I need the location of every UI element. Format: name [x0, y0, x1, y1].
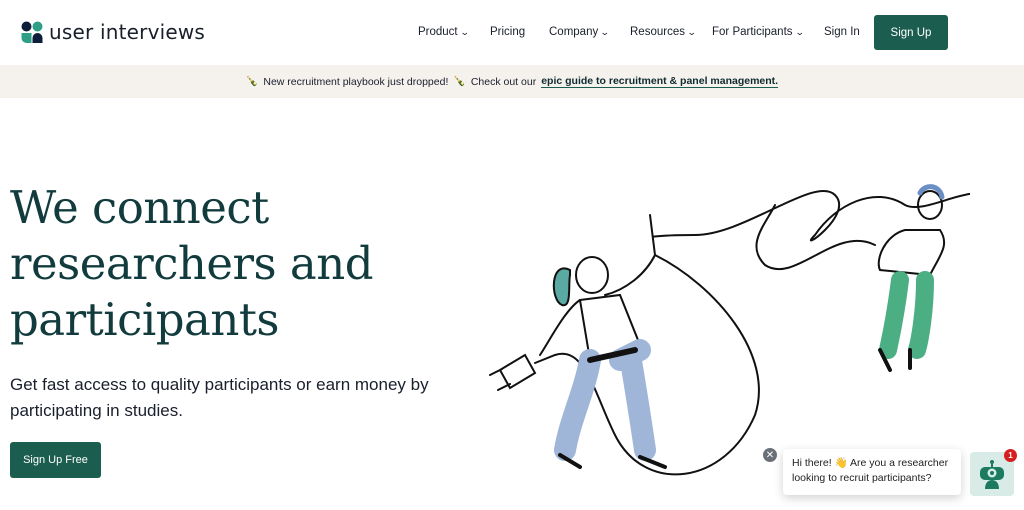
chevron-down-icon: ⌄: [794, 26, 805, 37]
sign-up-button[interactable]: Sign Up: [874, 15, 948, 50]
woman-head: [575, 256, 609, 294]
nav-resources[interactable]: Resources ⌄: [630, 26, 697, 38]
chevron-down-icon: ⌄: [600, 26, 610, 37]
chat-bubble[interactable]: Hi there! 👋 Are you a researcher looking…: [783, 449, 961, 495]
announcement-banner: 🍾 New recruitment playbook just dropped!…: [0, 65, 1024, 98]
nav-label: For Participants: [712, 26, 793, 38]
hero-illustration: [489, 184, 970, 476]
notification-badge: 1: [1004, 449, 1017, 462]
chat-close-button[interactable]: ✕: [763, 448, 777, 462]
robot-icon: [980, 460, 1004, 489]
nav-label: Company: [549, 26, 599, 38]
logo-text: user interviews: [49, 20, 206, 44]
nav-label: Pricing: [490, 26, 526, 38]
nav-pricing[interactable]: Pricing: [490, 26, 525, 38]
sign-in-label: Sign In: [824, 26, 860, 38]
man-legs: [879, 271, 934, 359]
chevron-down-icon: ⌄: [459, 26, 470, 37]
woman-hair: [552, 267, 571, 307]
banner-text: Check out our: [470, 75, 537, 88]
hero-title: We connect researchers and participants: [10, 181, 374, 346]
sign-up-free-button[interactable]: Sign Up Free: [10, 442, 101, 478]
man-body: [877, 229, 946, 277]
nav-company[interactable]: Company ⌄: [549, 26, 610, 38]
nav-label: Product: [418, 26, 458, 38]
nav-product[interactable]: Product ⌄: [418, 26, 470, 38]
bottle-icon: 🍾: [245, 76, 259, 87]
bottle-icon: 🍾: [453, 76, 466, 87]
sign-in-link[interactable]: Sign In: [824, 26, 860, 38]
banner-text: New recruitment playbook just dropped!: [263, 75, 449, 88]
nav-for-participants[interactable]: For Participants ⌄: [712, 26, 805, 38]
hero-subtitle: Get fast access to quality participants …: [10, 375, 429, 420]
banner-link[interactable]: epic guide to recruitment & panel manage…: [541, 75, 779, 88]
logo[interactable]: user interviews: [21, 20, 205, 44]
woman-legs: [554, 339, 656, 461]
chevron-down-icon: ⌄: [686, 26, 697, 37]
nav-label: Resources: [630, 26, 685, 38]
top-nav: user interviews Product ⌄ Pricing Company…: [0, 0, 1024, 65]
close-icon: ✕: [765, 449, 775, 461]
logo-icon: [21, 21, 43, 43]
